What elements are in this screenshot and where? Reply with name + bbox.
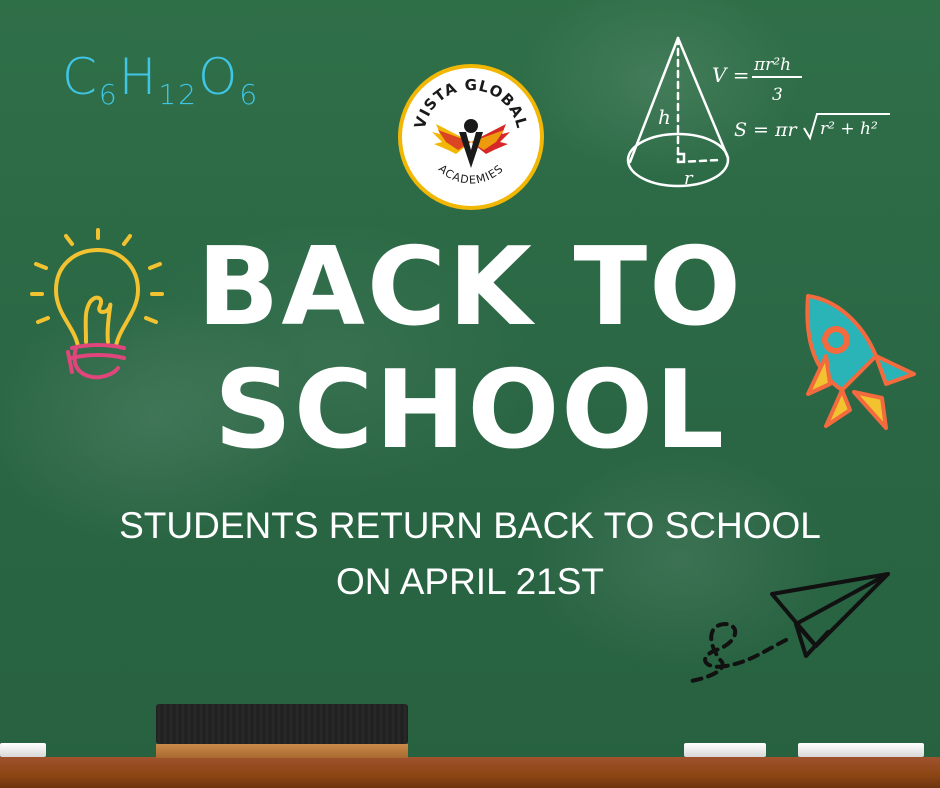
surface-root: r² + h²	[820, 119, 878, 139]
headline-line-2: SCHOOL	[214, 348, 726, 473]
chalkboard: C6H12O6 VISTA GLOBAL ACADEMIES h r V = π…	[0, 0, 940, 788]
formula-h-sub: 12	[158, 78, 198, 111]
surface-prefix: S = πr	[734, 119, 799, 141]
subtitle-line-2: ON APRIL 21ST	[335, 561, 604, 602]
chalk-icon	[798, 743, 924, 757]
volume-numerator: πr²h	[753, 55, 791, 75]
cone-r-label: r	[684, 168, 694, 189]
chalk-ledge	[0, 757, 940, 788]
volume-prefix: V =	[712, 63, 750, 87]
glucose-formula: C6H12O6	[62, 48, 259, 111]
eraser-icon	[156, 704, 408, 758]
cone-icon: h r V = πr²h 3 S = πr r² + h²	[626, 36, 890, 189]
headline-line-1: BACK TO	[197, 225, 743, 350]
subtitle-line-1: STUDENTS RETURN BACK TO SCHOOL	[119, 505, 821, 546]
school-logo: VISTA GLOBAL ACADEMIES	[398, 64, 544, 210]
formula-o-sub: 6	[239, 78, 260, 111]
chalk-icon	[0, 743, 46, 757]
cone-h-label: h	[658, 105, 671, 129]
formula-o: O	[198, 48, 240, 106]
chalk-icon	[684, 743, 766, 757]
formula-h: H	[118, 48, 159, 106]
volume-denominator: 3	[772, 85, 783, 105]
formula-c: C	[62, 48, 99, 106]
formula-c-sub: 6	[98, 78, 119, 111]
